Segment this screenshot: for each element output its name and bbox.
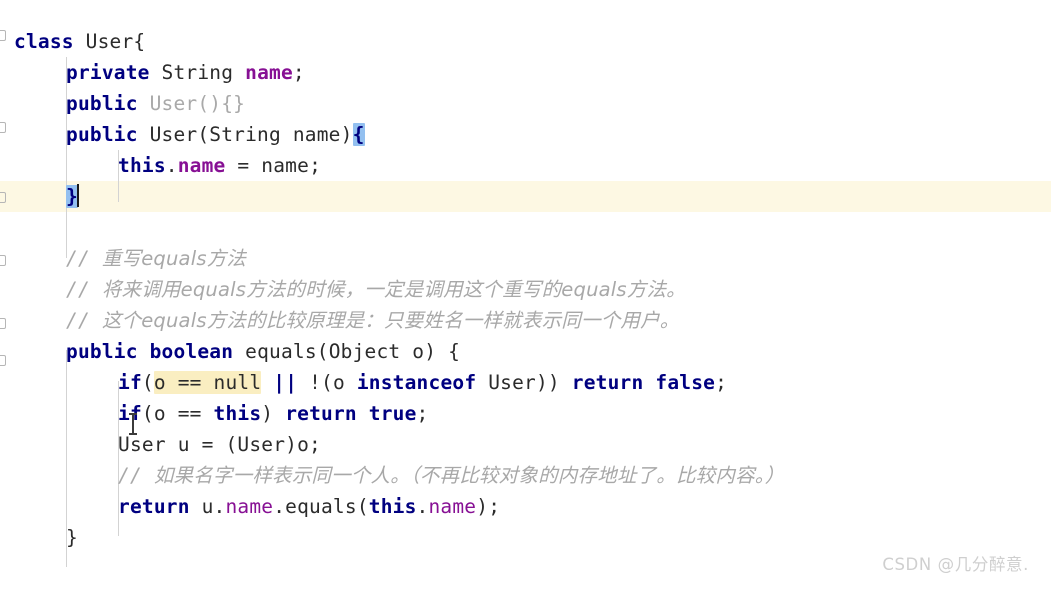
code-token: ; xyxy=(416,402,429,425)
code-token: !(o xyxy=(297,371,357,394)
code-token: 这个equals方法的比较原理是：只要姓名一样就表示同一个用户。 xyxy=(101,309,680,332)
line-ctor-noarg[interactable]: public User(){} xyxy=(0,88,1051,119)
line-ctor-close[interactable]: } xyxy=(0,181,1051,212)
fold-marker-icon[interactable] xyxy=(0,318,6,329)
code-token: // xyxy=(66,309,102,332)
code-token: User)) xyxy=(476,371,572,394)
code-token: if xyxy=(118,402,142,425)
code-token: { xyxy=(352,123,365,146)
code-token: User(){} xyxy=(149,92,246,115)
line-comment-1[interactable]: // 重写equals方法 xyxy=(0,243,1051,274)
code-token: this xyxy=(118,154,166,177)
code-token: . xyxy=(165,154,178,177)
code-token: name xyxy=(428,495,477,518)
line-class-decl[interactable]: class User{ xyxy=(0,26,1051,57)
code-token: public xyxy=(66,92,138,115)
code-token: = name; xyxy=(225,154,322,177)
code-token: instanceof xyxy=(356,371,477,394)
code-token: o == null xyxy=(153,371,262,394)
line-if-this[interactable]: if(o == this) return true; xyxy=(0,398,1051,429)
code-token: u. xyxy=(189,495,226,518)
line-method-close[interactable]: } xyxy=(0,522,1051,553)
code-token: private xyxy=(66,61,150,84)
code-token: ; xyxy=(292,61,305,84)
text-caret xyxy=(76,184,79,207)
code-token: return false xyxy=(571,371,716,394)
code-token: .equals( xyxy=(273,495,369,518)
code-token: ( xyxy=(141,371,154,394)
code-token: || xyxy=(273,371,298,394)
code-token: 如果名字一样表示同一个人。（不再比较对象的内存地址了。比较内容。） xyxy=(153,464,785,487)
code-editor-canvas[interactable]: class User{private String name; public Us… xyxy=(0,0,1051,589)
editor-gutter[interactable] xyxy=(0,0,14,589)
code-token: User{ xyxy=(85,30,146,53)
fold-marker-icon[interactable] xyxy=(0,122,6,133)
line-ctor-arg[interactable]: public User(String name){ xyxy=(0,119,1051,150)
fold-marker-icon[interactable] xyxy=(0,192,6,203)
fold-marker-icon[interactable] xyxy=(0,355,6,366)
line-equals-sig[interactable]: public boolean equals(Object o) { xyxy=(0,336,1051,367)
code-token: User u = (User)o; xyxy=(118,433,321,456)
code-token: name xyxy=(177,154,226,177)
code-token: if xyxy=(118,371,142,394)
code-token: 重写equals方法 xyxy=(101,247,247,270)
code-token: (o == xyxy=(141,402,214,425)
code-token: User(String name) xyxy=(137,123,353,146)
code-token: equals(Object o) { xyxy=(233,340,461,363)
code-token: ; xyxy=(715,371,728,394)
code-token: name xyxy=(245,61,293,84)
line-cast[interactable]: User u = (User)o; xyxy=(0,429,1051,460)
fold-marker-icon[interactable] xyxy=(0,30,6,41)
code-token: } xyxy=(66,526,78,549)
code-token: class xyxy=(14,30,74,53)
line-field-name[interactable]: private String name; xyxy=(0,57,1051,88)
line-comment-2[interactable]: // 将来调用equals方法的时候，一定是调用这个重写的equals方法。 xyxy=(0,274,1051,305)
line-return-equals[interactable]: return u.name.equals(this.name); xyxy=(0,491,1051,522)
code-token: name xyxy=(225,495,274,518)
code-token: // xyxy=(66,247,102,270)
line-if-null[interactable]: if(o == null || !(o instanceof User)) re… xyxy=(0,367,1051,398)
code-token: public xyxy=(66,123,138,146)
code-token: . xyxy=(416,495,429,518)
code-token: ) xyxy=(261,402,286,425)
csdn-watermark: CSDN @几分醉意. xyxy=(882,555,1029,574)
line-comment-3[interactable]: // 这个equals方法的比较原理是：只要姓名一样就表示同一个用户。 xyxy=(0,305,1051,336)
code-token: return xyxy=(118,495,190,518)
fold-marker-icon[interactable] xyxy=(0,255,6,266)
code-token: String xyxy=(149,61,246,84)
code-token: ); xyxy=(476,495,501,518)
line-assign-name[interactable]: this.name = name; xyxy=(0,150,1051,181)
code-token: return true xyxy=(285,402,417,425)
code-token: 将来调用equals方法的时候，一定是调用这个重写的equals方法。 xyxy=(101,278,686,301)
code-token: // xyxy=(118,464,154,487)
line-comment-4[interactable]: // 如果名字一样表示同一个人。（不再比较对象的内存地址了。比较内容。） xyxy=(0,460,1051,491)
code-token: // xyxy=(66,278,102,301)
code-token: this xyxy=(368,495,417,518)
line-blank-1[interactable] xyxy=(0,212,1051,243)
code-token: this xyxy=(213,402,262,425)
code-token: boolean xyxy=(149,340,234,363)
code-token: public xyxy=(66,340,138,363)
